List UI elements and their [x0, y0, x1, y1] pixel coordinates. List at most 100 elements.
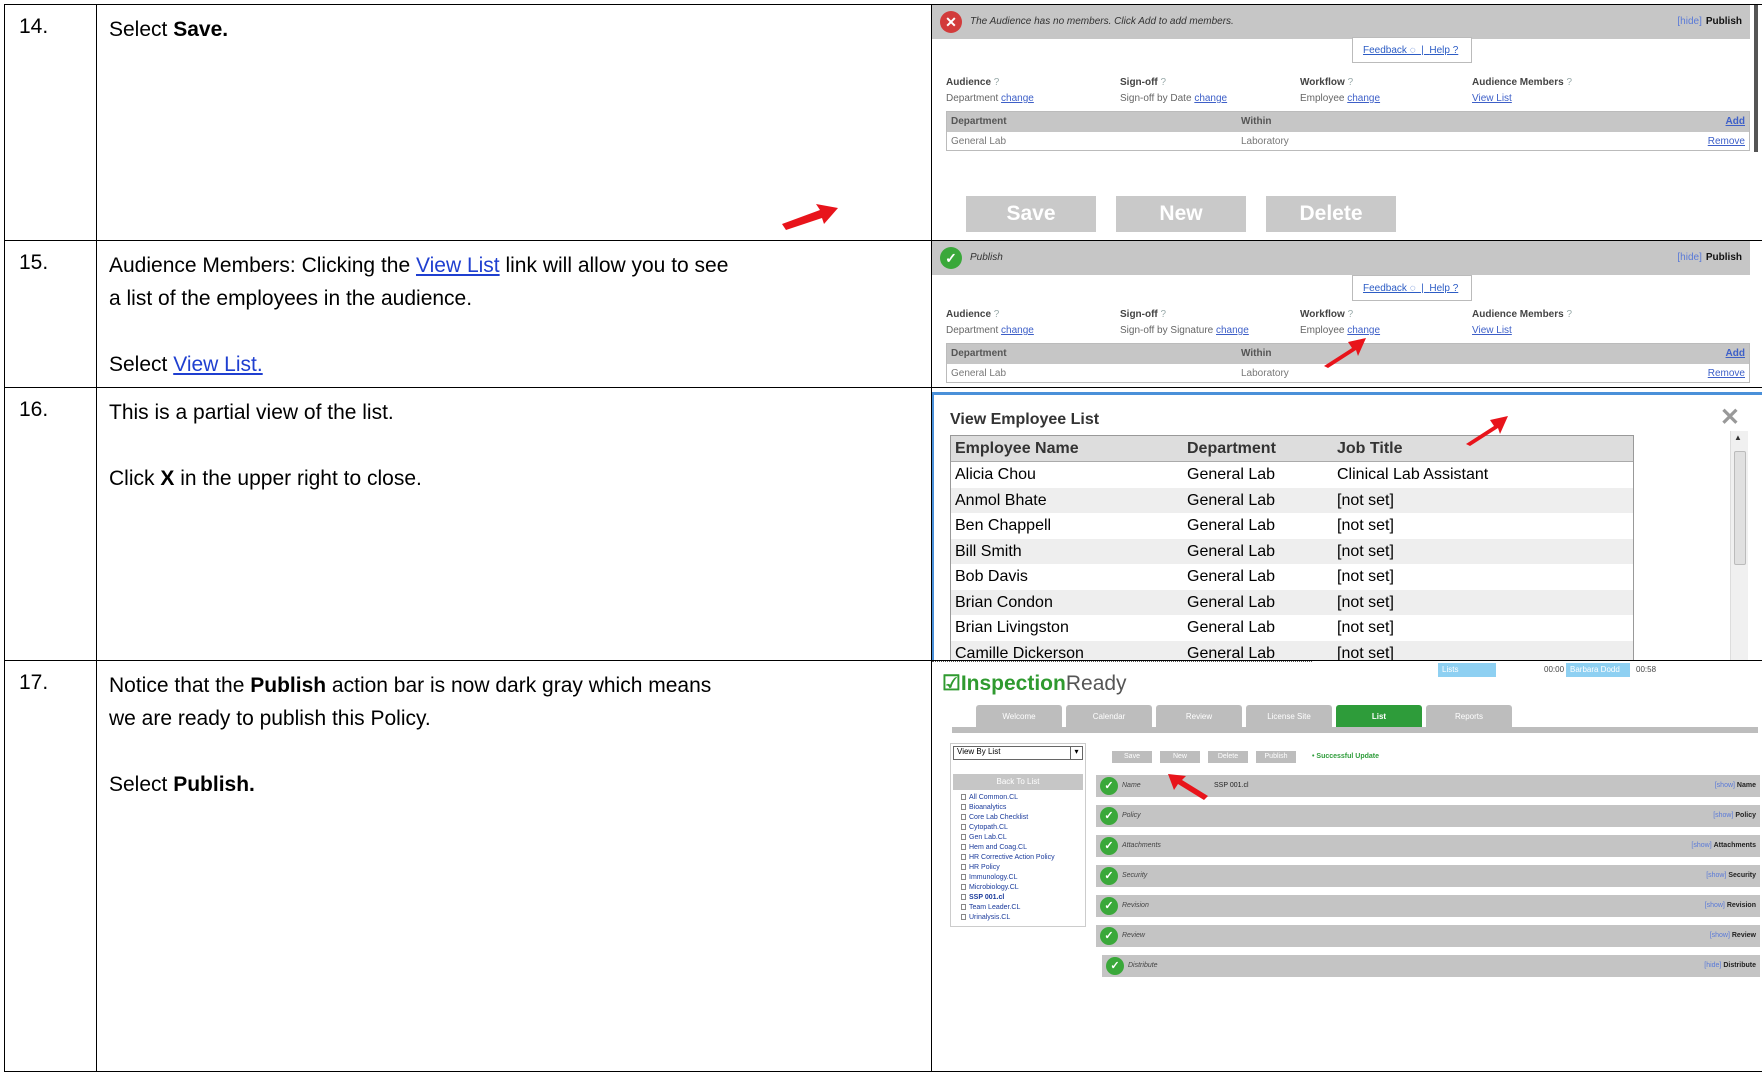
table-row[interactable]: Brian Condon General Lab [not set]	[951, 589, 1633, 615]
view-list-doc-link[interactable]: View List	[416, 254, 500, 277]
instruction-table: 14. Select Save. ✕ The Audience has no m…	[4, 4, 1762, 1072]
tab-list[interactable]: List	[1336, 705, 1422, 729]
tab-reports[interactable]: Reports	[1426, 705, 1512, 729]
tree-item[interactable]: Immunology.CL	[961, 874, 1018, 881]
feedback-link[interactable]: Feedback	[1363, 283, 1407, 294]
toggle-link[interactable]: [show]	[1706, 872, 1726, 879]
table-row[interactable]: Bob Davis General Lab [not set]	[951, 564, 1633, 590]
table-row[interactable]: Camille Dickerson General Lab [not set]	[951, 640, 1633, 661]
toggle-link[interactable]: [show]	[1715, 782, 1735, 789]
section-bar-policy[interactable]: ✓ Policy [show] Policy	[1096, 805, 1760, 827]
tree-item[interactable]: All Common.CL	[961, 794, 1018, 801]
user-badge[interactable]: Barbara Dodd	[1566, 663, 1630, 677]
section-bar-security[interactable]: ✓ Security [show] Security	[1096, 865, 1760, 887]
new-button[interactable]: New	[1160, 751, 1200, 763]
help-link[interactable]: Help	[1429, 283, 1450, 294]
document-icon	[961, 854, 966, 860]
step-number: 17.	[4, 660, 97, 1072]
lists-badge[interactable]: Lists	[1438, 663, 1496, 677]
feedback-link[interactable]: Feedback	[1363, 45, 1407, 56]
section-bar-revision[interactable]: ✓ Revision [show] Revision	[1096, 895, 1760, 917]
step-description: Audience Members: Clicking the View List…	[96, 240, 932, 388]
success-message: • Successful Update	[1312, 753, 1380, 760]
employee-name: Camille Dickerson	[955, 644, 1084, 661]
add-link[interactable]: Add	[1726, 348, 1745, 359]
table-row[interactable]: Anmol Bhate General Lab [not set]	[951, 487, 1633, 513]
tree-item[interactable]: SSP 001.cl	[961, 894, 1004, 901]
save-button[interactable]: Save	[1112, 751, 1152, 763]
new-button[interactable]: New	[1116, 196, 1246, 232]
save-button[interactable]: Save	[966, 196, 1096, 232]
delete-button[interactable]: Delete	[1266, 196, 1396, 232]
tree-item[interactable]: HR Policy	[961, 864, 1000, 871]
table-row[interactable]: Brian Livingston General Lab [not set]	[951, 615, 1633, 641]
publish-label[interactable]: Publish	[1706, 252, 1742, 263]
toggle-link[interactable]: [show]	[1691, 842, 1711, 849]
change-link[interactable]: change	[1216, 325, 1249, 336]
tree-item[interactable]: Cytopath.CL	[961, 824, 1008, 831]
view-list-link[interactable]: View List	[1472, 93, 1512, 104]
table-row[interactable]: Alicia Chou General Lab Clinical Lab Assis…	[951, 462, 1633, 488]
tree-item[interactable]: Gen Lab.CL	[961, 834, 1007, 841]
table-row[interactable]: Bill Smith General Lab [not set]	[951, 538, 1633, 564]
tab-license-site[interactable]: License Site	[1246, 705, 1332, 729]
add-link[interactable]: Add	[1726, 116, 1745, 127]
section-bar-review[interactable]: ✓ Review [show] Review	[1096, 925, 1760, 947]
pointer-arrow-save	[782, 204, 838, 230]
document-icon	[961, 864, 966, 870]
change-link[interactable]: change	[1001, 93, 1034, 104]
scroll-up-icon[interactable]: ▲	[1734, 433, 1742, 442]
check-icon: ✓	[1106, 957, 1124, 975]
document-icon	[961, 874, 966, 880]
toggle-link[interactable]: [hide]	[1704, 962, 1721, 969]
remove-link[interactable]: Remove	[1708, 136, 1745, 147]
dialog-title: View Employee List	[950, 411, 1100, 428]
tab-review[interactable]: Review	[1156, 705, 1242, 729]
tab-welcome[interactable]: Welcome	[976, 705, 1062, 729]
view-by-select[interactable]: View By List ▾	[953, 746, 1083, 760]
scrollbar[interactable]: ▲	[1730, 431, 1748, 660]
toggle-link[interactable]: [show]	[1713, 812, 1733, 819]
tree-item[interactable]: Team Leader.CL	[961, 904, 1020, 911]
error-icon: ✕	[940, 11, 962, 33]
employee-department: General Lab	[1187, 619, 1276, 636]
toggle-link[interactable]: [show]	[1705, 902, 1725, 909]
section-bar-distribute[interactable]: ✓ Distribute [hide] Distribute	[1102, 955, 1760, 977]
view-list-doc-link[interactable]: View List.	[173, 353, 263, 376]
step-number: 15.	[4, 240, 97, 388]
hide-link[interactable]: [hide]	[1677, 252, 1701, 263]
change-link[interactable]: change	[1194, 93, 1227, 104]
delete-button[interactable]: Delete	[1208, 751, 1248, 763]
tree-item[interactable]: Core Lab Checklist	[961, 814, 1028, 821]
help-link[interactable]: Help	[1429, 45, 1450, 56]
change-link[interactable]: change	[1347, 325, 1380, 336]
view-list-link[interactable]: View List	[1472, 325, 1512, 336]
publish-button[interactable]: Publish	[1256, 751, 1296, 763]
check-icon: ✓	[1100, 927, 1118, 945]
employee-department: General Lab	[1187, 542, 1276, 560]
check-icon: ✓	[1100, 867, 1118, 885]
tree-item[interactable]: Microbiology.CL	[961, 884, 1019, 891]
check-icon: ✓	[1100, 897, 1118, 915]
change-link[interactable]: change	[1347, 93, 1380, 104]
tree-item[interactable]: HR Corrective Action Policy	[961, 854, 1055, 861]
scroll-thumb[interactable]	[1734, 451, 1746, 565]
toggle-link[interactable]: [show]	[1710, 932, 1730, 939]
tree-item[interactable]: Bioanalytics	[961, 804, 1006, 811]
table-row[interactable]: Ben Chappell General Lab [not set]	[951, 513, 1633, 539]
document-icon	[961, 884, 966, 890]
change-link[interactable]: change	[1001, 325, 1034, 336]
employee-department: General Lab	[1187, 593, 1276, 611]
section-bar-attachments[interactable]: ✓ Attachments [show] Attachments	[1096, 835, 1760, 857]
remove-link[interactable]: Remove	[1708, 368, 1745, 379]
tab-calendar[interactable]: Calendar	[1066, 705, 1152, 729]
hide-link[interactable]: [hide]	[1677, 16, 1701, 27]
close-icon[interactable]: ✕	[1720, 403, 1740, 432]
back-to-list-button[interactable]: Back To List	[953, 774, 1083, 790]
tree-item[interactable]: Hem and Coag.CL	[961, 844, 1027, 851]
publish-bar: ✓ Publish [hide] Publish	[932, 241, 1750, 275]
publish-label[interactable]: Publish	[1706, 16, 1742, 27]
employee-name: Anmol Bhate	[955, 491, 1047, 509]
employee-job-title: [not set]	[1337, 491, 1394, 509]
tree-item[interactable]: Urinalysis.CL	[961, 914, 1010, 921]
